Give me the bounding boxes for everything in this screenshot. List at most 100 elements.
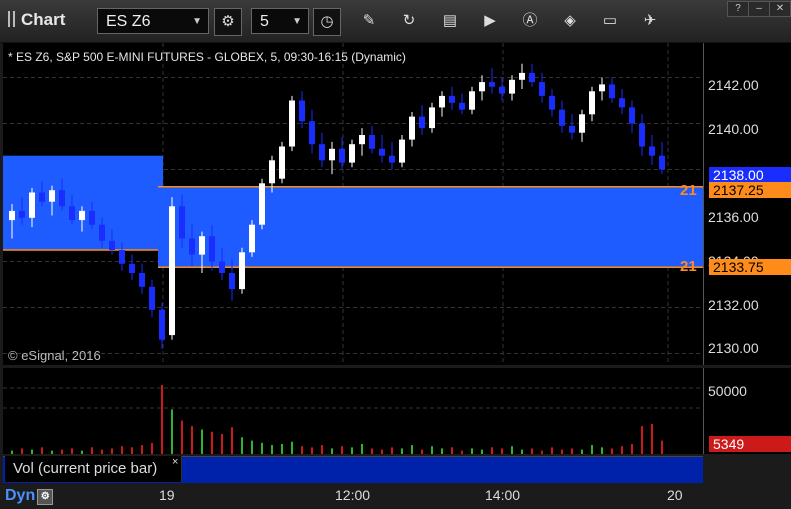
candle-body <box>449 95 455 103</box>
volume-study-label[interactable]: Vol (current price bar) <box>5 456 182 482</box>
volume-bar <box>481 449 483 454</box>
volume-bar <box>381 449 383 454</box>
symbol-combo[interactable]: ES Z6 ▼ <box>97 8 209 34</box>
pencil-icon: ✎ <box>362 12 376 29</box>
volume-bar <box>41 447 43 454</box>
candle-body <box>79 210 85 221</box>
candle-body <box>619 98 625 108</box>
chevron-down-icon: ▼ <box>192 16 202 27</box>
study-icon: ▤ <box>442 12 458 29</box>
dynamic-mode-label[interactable]: Dyn ⚙ <box>5 487 54 505</box>
refresh-button[interactable]: ↻ <box>396 8 422 34</box>
volume-current-tag: 5349 <box>709 436 791 452</box>
interval-combo[interactable]: 5 ▼ <box>251 8 309 34</box>
grip-icon[interactable] <box>8 11 15 27</box>
volume-bar <box>241 437 243 454</box>
volume-chart-svg <box>3 384 703 454</box>
price-tick: 2132.00 <box>708 297 759 313</box>
volume-bar <box>361 443 363 454</box>
draw-button[interactable]: ✎ <box>356 8 382 34</box>
help-button[interactable]: ? <box>727 1 749 17</box>
candle-body <box>379 148 385 156</box>
candle-body <box>369 135 375 149</box>
candle-body <box>249 224 255 253</box>
candle-body <box>439 95 445 108</box>
volume-bar <box>501 448 503 454</box>
copyright-label: © eSignal, 2016 <box>8 348 101 363</box>
alert-button[interactable]: Ⓐ <box>517 8 543 34</box>
interval-value: 5 <box>260 13 269 30</box>
candle-body <box>199 236 205 255</box>
gear-icon: ⚙ <box>221 13 235 30</box>
candle-body <box>529 72 535 83</box>
note-button[interactable]: ▭ <box>597 8 623 34</box>
volume-bar <box>321 445 323 454</box>
play-button[interactable]: ▶ <box>477 8 503 34</box>
volume-bar <box>311 447 313 454</box>
volume-close-icon[interactable]: × <box>172 456 178 468</box>
price-chart[interactable] <box>3 43 703 365</box>
volume-chart[interactable] <box>3 368 703 454</box>
volume-axis[interactable]: 50000 5349 <box>703 368 791 454</box>
refresh-icon: ↻ <box>402 12 416 29</box>
volume-bar <box>661 440 663 454</box>
volume-bar <box>441 448 443 454</box>
volume-bar <box>341 446 343 454</box>
candle-body <box>59 190 65 207</box>
last-price-tag: 2138.00 <box>709 167 791 183</box>
volume-bar <box>641 426 643 454</box>
volume-bar <box>351 447 353 454</box>
candle-body <box>139 273 145 287</box>
volume-bar <box>391 447 393 454</box>
volume-bar <box>571 448 573 454</box>
volume-bar <box>171 409 173 454</box>
volume-bar <box>111 448 113 454</box>
play-icon: ▶ <box>484 12 496 29</box>
candle-body <box>629 107 635 124</box>
tag-button[interactable]: ◈ <box>557 8 583 34</box>
price-tick: 2140.00 <box>708 121 759 137</box>
candle-body <box>129 263 135 273</box>
volume-bar <box>551 447 553 454</box>
candle-body <box>599 84 605 92</box>
volume-bar <box>61 449 63 454</box>
price-tick: 2130.00 <box>708 340 759 356</box>
level-upper-label: 21 <box>680 182 697 199</box>
candle-body <box>239 252 245 290</box>
candle-body <box>649 146 655 156</box>
close-button[interactable]: ✕ <box>769 1 791 17</box>
volume-bar <box>511 446 513 454</box>
candle-body <box>299 100 305 122</box>
time-tick: 19 <box>159 487 175 503</box>
minimize-button[interactable]: – <box>748 1 770 17</box>
time-axis[interactable]: Dyn ⚙ 19 12:00 14:00 20 <box>0 483 791 509</box>
volume-bar <box>531 448 533 454</box>
volume-bar <box>231 427 233 454</box>
candle-body <box>489 82 495 87</box>
candle-body <box>519 72 525 80</box>
volume-bar <box>471 448 473 454</box>
study-button[interactable]: ▤ <box>437 8 463 34</box>
twitter-button[interactable]: ✈ <box>637 8 663 34</box>
candle-body <box>149 286 155 310</box>
candle-body <box>39 192 45 202</box>
candle-body <box>29 192 35 218</box>
volume-bar <box>11 450 13 454</box>
candle-body <box>479 82 485 92</box>
minimize-icon: – <box>756 3 762 14</box>
app-title: Chart <box>8 10 65 30</box>
candle-body <box>459 102 465 110</box>
dynamic-mode-text: Dyn <box>5 487 36 504</box>
candle-body <box>589 91 595 115</box>
volume-bar <box>521 449 523 454</box>
time-tick: 20 <box>667 487 683 503</box>
candle-body <box>109 240 115 250</box>
chart-header: * ES Z6, S&P 500 E-MINI FUTURES - GLOBEX… <box>8 50 406 64</box>
chevron-down-icon: ▼ <box>292 16 302 27</box>
price-axis[interactable]: 2142.00 2140.00 2136.00 2134.00 2132.00 … <box>703 43 791 365</box>
symbol-settings-button[interactable]: ⚙ <box>214 8 242 36</box>
candle-body <box>229 273 235 290</box>
interval-clock-button[interactable]: ◷ <box>313 8 341 36</box>
volume-bar <box>151 442 153 454</box>
volume-bar <box>141 445 143 454</box>
